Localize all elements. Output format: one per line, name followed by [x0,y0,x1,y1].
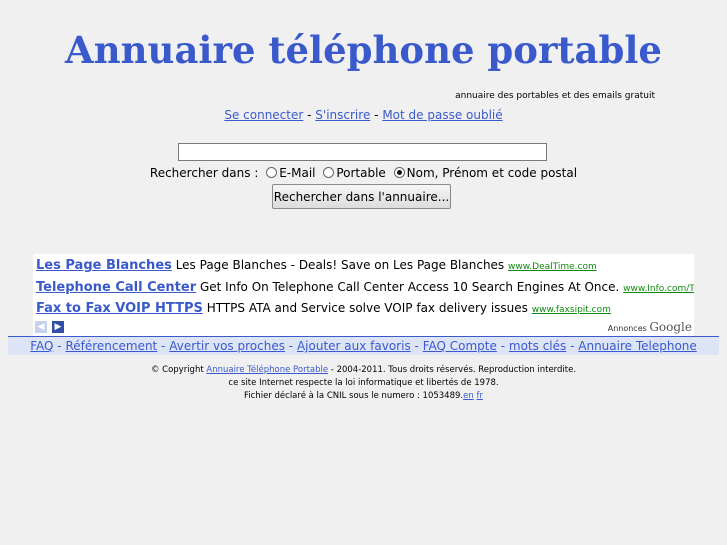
footer-link-mots-cles[interactable]: mots clés [509,339,566,353]
radio-portable-label[interactable]: Portable [336,166,385,180]
auth-separator: - [374,108,379,122]
search-button[interactable]: Rechercher dans l'annuaire... [272,184,451,209]
copyright-block: © Copyright Annuaire Téléphone Portable … [0,364,727,403]
copyright-site-link[interactable]: Annuaire Téléphone Portable [206,365,328,375]
search-scope-row: Rechercher dans : E-Mail Portable Nom, P… [0,166,727,180]
ad-title-link[interactable]: Fax to Fax VOIP HTTPS [36,301,203,316]
ad-url-link[interactable]: www.faxsipit.com [532,305,611,315]
ad-text: HTTPS ATA and Service solve VOIP fax del… [206,301,528,315]
footer-separator: - [570,339,575,353]
footer-separator: - [414,339,419,353]
ad-item: Les Page Blanches Les Page Blanches - De… [36,258,597,273]
copyright-line-2: ce site Internet respecte la loi informa… [228,378,499,388]
lang-fr-link[interactable]: fr [476,391,483,401]
ad-url-link[interactable]: www.Info.com/Telepho [623,284,694,294]
footer-separator: - [161,339,166,353]
footer-link-avertir[interactable]: Avertir vos proches [169,339,285,353]
radio-portable[interactable] [323,167,335,178]
annonces-google[interactable]: Annonces Google [608,320,692,334]
cnil-text: Fichier déclaré à la CNIL sous le numero… [244,391,464,401]
lang-en-link[interactable]: en [463,391,474,401]
footer-link-faq-compte[interactable]: FAQ Compte [423,339,497,353]
register-link[interactable]: S'inscrire [315,108,370,122]
footer-link-faq[interactable]: FAQ [30,339,53,353]
ad-title-link[interactable]: Les Page Blanches [36,258,172,273]
auth-separator: - [307,108,312,122]
footer-link-referencement[interactable]: Référencement [65,339,157,353]
footer-separator: - [57,339,62,353]
radio-email-label[interactable]: E-Mail [279,166,315,180]
radio-name-postal[interactable] [393,167,405,178]
footer-separator: - [288,339,294,353]
ad-text: Les Page Blanches - Deals! Save on Les P… [175,258,505,272]
ad-next-arrow-icon[interactable]: ▶ [52,321,64,333]
auth-links: Se connecter - S'inscrire - Mot de passe… [0,108,727,122]
page-title: Annuaire téléphone portable [65,28,662,72]
ad-prev-arrow-icon[interactable]: ◀ [35,321,47,333]
site-tagline: annuaire des portables et des emails gra… [455,91,655,101]
footer-link-annuaire[interactable]: Annuaire Telephone [578,339,697,353]
copyright-line-3: Fichier déclaré à la CNIL sous le numero… [0,390,727,403]
copyright-prefix: © Copyright [150,365,204,375]
footer-separator: - [500,339,506,353]
ad-item: Telephone Call Center Get Info On Teleph… [36,280,694,295]
ad-block: Les Page Blanches Les Page Blanches - De… [33,254,694,336]
ad-title-link[interactable]: Telephone Call Center [36,280,196,295]
login-link[interactable]: Se connecter [224,108,303,122]
search-scope-label: Rechercher dans : [149,166,259,180]
radio-email[interactable] [266,167,278,178]
annonces-label: Annonces [607,324,647,333]
ad-text: Get Info On Telephone Call Center Access… [199,280,620,294]
ad-item: Fax to Fax VOIP HTTPS HTTPS ATA and Serv… [36,301,611,316]
forgot-password-link[interactable]: Mot de passe oublié [382,108,502,122]
google-logo: Google [649,320,692,334]
footer-link-favoris[interactable]: Ajouter aux favoris [297,339,411,353]
copyright-line-1: © Copyright Annuaire Téléphone Portable … [0,364,727,377]
footer-nav: FAQ - Référencement - Avertir vos proche… [8,337,719,355]
copyright-suffix: - 2004-2011. Tous droits réservés. Repro… [330,365,577,375]
radio-name-postal-label[interactable]: Nom, Prénom et code postal [407,166,577,180]
search-input[interactable] [178,143,547,161]
ad-url-link[interactable]: www.DealTime.com [508,262,597,272]
